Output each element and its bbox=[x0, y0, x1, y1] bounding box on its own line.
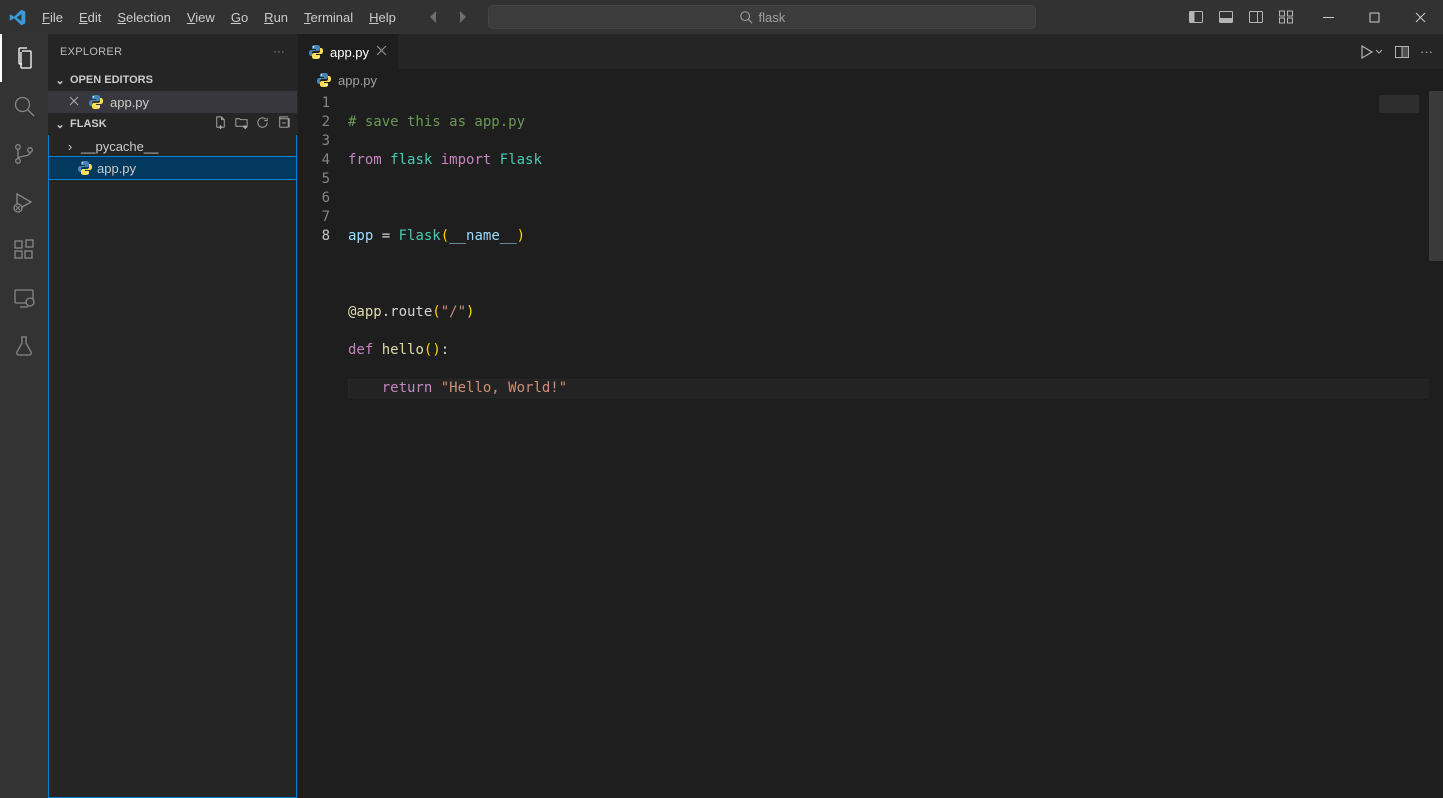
menu-help[interactable]: Help bbox=[361, 0, 404, 34]
nav-forward-icon[interactable] bbox=[450, 5, 474, 29]
vscode-logo-icon bbox=[0, 9, 34, 26]
toggle-panel-icon[interactable] bbox=[1211, 0, 1241, 34]
sidebar-explorer: EXPLORER ··· ⌄ OPEN EDITORS app.py ⌄ FLA… bbox=[48, 34, 298, 798]
vertical-scrollbar[interactable] bbox=[1429, 91, 1443, 798]
nav-back-icon[interactable] bbox=[422, 5, 446, 29]
tab-bar: app.py ··· bbox=[298, 34, 1443, 69]
activity-remote-icon[interactable] bbox=[0, 274, 48, 322]
close-editor-icon[interactable] bbox=[68, 95, 82, 110]
workspace-header[interactable]: ⌄ FLASK bbox=[48, 113, 297, 135]
nav-arrows bbox=[422, 5, 474, 29]
editor-more-icon[interactable]: ··· bbox=[1420, 44, 1433, 59]
file-row-app[interactable]: app.py bbox=[49, 157, 296, 179]
menu-file[interactable]: FFileile bbox=[34, 0, 71, 34]
sidebar-title: EXPLORER bbox=[60, 46, 122, 58]
menu-go[interactable]: Go bbox=[223, 0, 256, 34]
collapse-all-icon[interactable] bbox=[276, 115, 291, 133]
chevron-down-icon: ⌄ bbox=[52, 118, 68, 131]
new-folder-icon[interactable] bbox=[234, 115, 249, 133]
new-file-icon[interactable] bbox=[213, 115, 228, 133]
python-file-icon bbox=[88, 94, 104, 110]
python-file-icon bbox=[316, 72, 332, 88]
menu-view[interactable]: View bbox=[179, 0, 223, 34]
toggle-secondary-sidebar-icon[interactable] bbox=[1241, 0, 1271, 34]
activity-extensions-icon[interactable] bbox=[0, 226, 48, 274]
workspace-tree: › __pycache__ app.py bbox=[48, 135, 297, 798]
folder-row-pycache[interactable]: › __pycache__ bbox=[49, 135, 296, 157]
main-menu: FFileile Edit Selection View Go Run Term… bbox=[34, 0, 404, 34]
tab-close-icon[interactable] bbox=[375, 44, 388, 60]
menu-run[interactable]: Run bbox=[256, 0, 296, 34]
minimap[interactable] bbox=[1379, 91, 1429, 798]
menu-selection[interactable]: Selection bbox=[109, 0, 178, 34]
window-close-button[interactable] bbox=[1397, 0, 1443, 34]
menu-edit[interactable]: Edit bbox=[71, 0, 109, 34]
window-maximize-button[interactable] bbox=[1351, 0, 1397, 34]
title-bar: FFileile Edit Selection View Go Run Term… bbox=[0, 0, 1443, 34]
chevron-right-icon: › bbox=[63, 139, 77, 154]
python-file-icon bbox=[77, 160, 93, 176]
workspace-name: FLASK bbox=[70, 118, 107, 130]
activity-explorer-icon[interactable] bbox=[0, 34, 48, 82]
customize-layout-icon[interactable] bbox=[1271, 0, 1301, 34]
open-editor-item[interactable]: app.py bbox=[48, 91, 297, 113]
activity-run-debug-icon[interactable] bbox=[0, 178, 48, 226]
split-editor-icon[interactable] bbox=[1394, 44, 1410, 60]
workspace-actions bbox=[213, 113, 291, 135]
toggle-primary-sidebar-icon[interactable] bbox=[1181, 0, 1211, 34]
activity-testing-icon[interactable] bbox=[0, 322, 48, 370]
refresh-icon[interactable] bbox=[255, 115, 270, 133]
search-text: flask bbox=[759, 10, 786, 25]
code-content[interactable]: # save this as app.py from flask import … bbox=[348, 91, 1443, 798]
line-gutter: 1 2 3 4 5 6 7 8 bbox=[298, 91, 348, 798]
folder-name: __pycache__ bbox=[81, 139, 158, 154]
window-minimize-button[interactable] bbox=[1305, 0, 1351, 34]
sidebar-header: EXPLORER ··· bbox=[48, 34, 297, 69]
tab-app-py[interactable]: app.py bbox=[298, 34, 399, 69]
activity-bar bbox=[0, 34, 48, 798]
editor-actions: ··· bbox=[1358, 34, 1443, 69]
run-file-icon[interactable] bbox=[1358, 44, 1384, 60]
python-file-icon bbox=[308, 44, 324, 60]
command-center-search[interactable]: flask bbox=[488, 5, 1036, 29]
layout-controls bbox=[1181, 0, 1301, 34]
activity-search-icon[interactable] bbox=[0, 82, 48, 130]
open-editors-label: OPEN EDITORS bbox=[70, 74, 153, 86]
breadcrumb[interactable]: app.py bbox=[298, 69, 1443, 91]
code-editor[interactable]: 1 2 3 4 5 6 7 8 # save this as app.py fr… bbox=[298, 91, 1443, 798]
open-editors-header[interactable]: ⌄ OPEN EDITORS bbox=[48, 69, 297, 91]
open-editor-filename: app.py bbox=[110, 95, 149, 110]
file-name: app.py bbox=[97, 161, 136, 176]
search-icon bbox=[739, 10, 753, 24]
breadcrumb-file: app.py bbox=[338, 73, 377, 88]
menu-terminal[interactable]: Terminal bbox=[296, 0, 361, 34]
tab-label: app.py bbox=[330, 45, 369, 60]
chevron-down-icon: ⌄ bbox=[52, 74, 68, 87]
window-controls bbox=[1305, 0, 1443, 34]
sidebar-more-icon[interactable]: ··· bbox=[273, 46, 285, 58]
editor-area: app.py ··· app.py 1 2 3 4 5 6 7 8 bbox=[298, 34, 1443, 798]
activity-source-control-icon[interactable] bbox=[0, 130, 48, 178]
